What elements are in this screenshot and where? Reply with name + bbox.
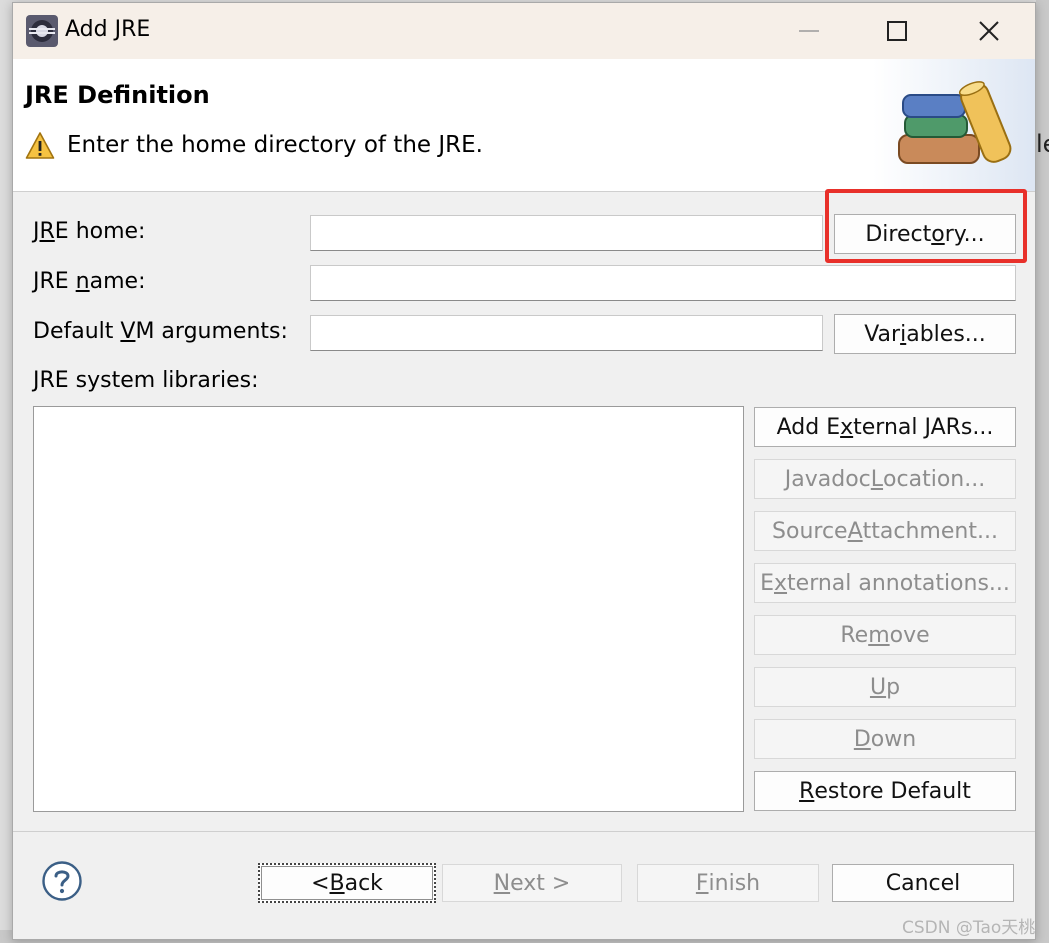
page-title: JRE Definition — [25, 81, 210, 109]
jre-home-field[interactable] — [310, 215, 823, 251]
vm-arguments-field[interactable] — [310, 315, 823, 351]
jre-name-field[interactable] — [310, 265, 1016, 301]
warning-icon — [25, 132, 55, 159]
up-button[interactable]: Up — [754, 667, 1016, 707]
cancel-button[interactable]: Cancel — [832, 864, 1014, 902]
javadoc-location-button[interactable]: Javadoc Location... — [754, 459, 1016, 499]
next-button[interactable]: Next > — [442, 864, 622, 902]
jre-name-label: JRE name: — [33, 269, 146, 294]
help-icon[interactable] — [41, 860, 83, 902]
finish-button[interactable]: Finish — [637, 864, 819, 902]
maximize-button[interactable] — [851, 7, 943, 55]
eclipse-app-icon — [26, 15, 58, 47]
add-external-jars-button[interactable]: Add Ex ternal JARs... — [754, 407, 1016, 447]
external-annotations-button[interactable]: Ex ternal annotations... — [754, 563, 1016, 603]
system-libraries-label: JRE system libraries: — [33, 368, 259, 393]
add-jre-dialog: Add JRE JRE Definition Enter the home di… — [12, 2, 1036, 940]
variables-button[interactable]: Var i ables... — [834, 314, 1016, 354]
system-libraries-list[interactable] — [33, 406, 744, 812]
books-icon — [873, 59, 1035, 191]
window-title: Add JRE — [65, 17, 151, 42]
source-attachment-button[interactable]: Source Attachment... — [754, 511, 1016, 551]
background-window-text: le — [1036, 130, 1049, 158]
wizard-header: JRE Definition Enter the home directory … — [13, 59, 1035, 192]
minimize-icon — [799, 30, 819, 32]
header-message: Enter the home directory of the JRE. — [67, 132, 483, 158]
minimize-button[interactable] — [763, 7, 855, 55]
down-button[interactable]: Down — [754, 719, 1016, 759]
close-button[interactable] — [943, 7, 1035, 55]
restore-default-button[interactable]: Restore Default — [754, 771, 1016, 811]
close-icon — [979, 21, 999, 41]
remove-button[interactable]: Re m ove — [754, 615, 1016, 655]
watermark-text: CSDN @Tao天桃 — [902, 918, 1036, 938]
footer-separator — [13, 831, 1035, 832]
maximize-icon — [887, 21, 907, 41]
back-button[interactable]: < Back — [258, 863, 436, 903]
title-bar: Add JRE — [13, 3, 1035, 59]
directory-highlight-box — [825, 189, 1027, 263]
vm-arguments-label: Default VM arguments: — [33, 319, 288, 344]
jre-home-label: JRE home: — [33, 219, 146, 244]
